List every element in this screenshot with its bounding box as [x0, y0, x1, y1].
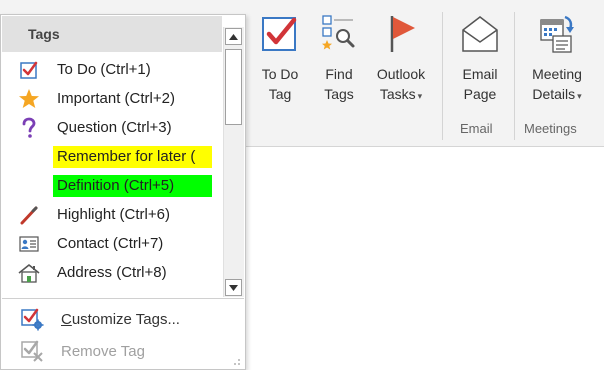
meeting-calendar-icon	[537, 14, 577, 54]
outlook-tasks-label-line2: Tasks	[379, 86, 416, 102]
tag-item-contact[interactable]: Contact (Ctrl+7)	[2, 229, 222, 258]
tag-item-label: Address (Ctrl+8)	[57, 263, 167, 281]
group-separator	[442, 12, 443, 140]
tag-item-label: Remember for later (	[53, 145, 212, 168]
menu-divider	[2, 298, 244, 299]
remove-tag-label: Remove Tag	[61, 342, 145, 360]
tag-item-label: To Do (Ctrl+1)	[57, 60, 151, 78]
tag-item-question[interactable]: Question (Ctrl+3)	[2, 113, 222, 142]
tags-header: Tags	[2, 16, 222, 52]
meeting-details-button[interactable]: Meeting Details ▾	[520, 14, 594, 106]
chevron-down-icon: ▾	[577, 91, 582, 101]
question-icon	[18, 117, 40, 139]
tag-item-label: Important (Ctrl+2)	[57, 89, 175, 107]
email-page-button[interactable]: Email Page	[452, 14, 508, 104]
customize-tags-icon	[20, 307, 44, 331]
scroll-up-button[interactable]	[225, 28, 242, 45]
todo-tag-label-line2: Tag	[268, 86, 292, 102]
tag-item-important[interactable]: Important (Ctrl+2)	[2, 84, 222, 113]
remove-tag-button[interactable]: Remove Tag	[2, 335, 244, 367]
chevron-down-icon: ▾	[417, 91, 423, 101]
scroll-thumb[interactable]	[225, 49, 242, 125]
tags-list: To Do (Ctrl+1) Important (Ctrl+2) Questi…	[2, 55, 222, 287]
tag-item-address[interactable]: Address (Ctrl+8)	[2, 258, 222, 287]
tags-scrollbar[interactable]	[223, 27, 244, 297]
house-icon	[18, 262, 40, 284]
todo-tag-button[interactable]: To Do Tag	[252, 14, 308, 104]
tags-dropdown: Tags To Do (Ctrl+1) Important (Ctrl+2) Q…	[0, 14, 246, 370]
resize-grip-icon[interactable]	[233, 358, 241, 366]
find-tags-icon	[319, 14, 359, 54]
email-page-label-line1: Email	[462, 66, 498, 82]
tag-item-todo[interactable]: To Do (Ctrl+1)	[2, 55, 222, 84]
group-separator	[514, 12, 515, 140]
todo-tag-label-line1: To Do	[261, 66, 299, 82]
outlook-tasks-button[interactable]: Outlook Tasks ▾	[368, 14, 434, 106]
meeting-details-label-line2: Details	[532, 86, 576, 102]
todo-checkbox-icon	[260, 14, 300, 54]
find-tags-button[interactable]: Find Tags	[314, 14, 364, 104]
tag-item-label: Highlight (Ctrl+6)	[57, 205, 170, 223]
tag-item-remember-for-later[interactable]: Remember for later (	[2, 142, 222, 171]
outlook-tasks-label-line1: Outlook	[376, 66, 426, 82]
find-tags-label-line1: Find	[325, 66, 353, 82]
checkbox-icon	[18, 59, 40, 81]
customize-tags-label-rest: ustomize Tags...	[71, 310, 180, 328]
chevron-down-icon	[229, 284, 238, 291]
remove-tag-icon	[20, 339, 44, 363]
find-tags-label-line2: Tags	[324, 86, 354, 102]
email-group-label: Email	[460, 121, 493, 136]
scroll-down-button[interactable]	[225, 279, 242, 296]
contact-card-icon	[18, 233, 40, 255]
tag-item-label: Contact (Ctrl+7)	[57, 234, 164, 252]
chevron-up-icon	[229, 33, 238, 40]
tag-item-highlight[interactable]: Highlight (Ctrl+6)	[2, 200, 222, 229]
pen-icon	[18, 204, 40, 226]
tag-item-definition[interactable]: Definition (Ctrl+5)	[2, 171, 222, 200]
meeting-details-label-line1: Meeting	[532, 66, 582, 82]
star-icon	[18, 88, 40, 110]
customize-tags-mnemonic: C	[61, 310, 72, 328]
email-envelope-icon	[460, 14, 500, 54]
tag-item-label: Definition (Ctrl+5)	[53, 174, 212, 197]
customize-tags-button[interactable]: Customize Tags...	[2, 303, 244, 335]
outlook-flag-icon	[381, 14, 421, 54]
tag-item-label: Question (Ctrl+3)	[57, 118, 172, 136]
meetings-group-label: Meetings	[524, 121, 577, 136]
email-page-label-line2: Page	[463, 86, 497, 102]
